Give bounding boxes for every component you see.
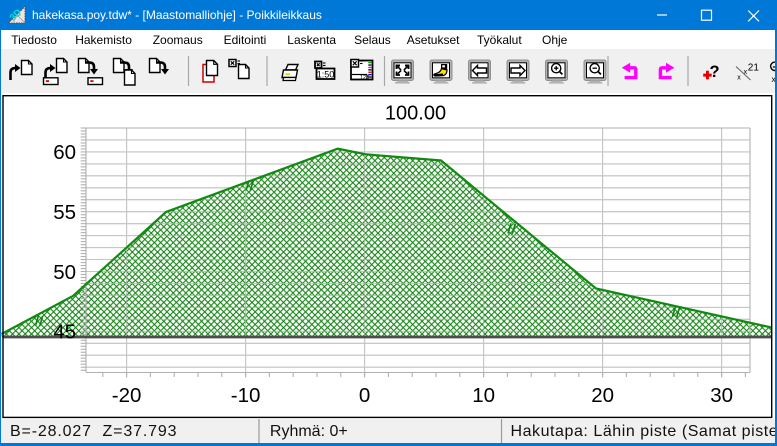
- svg-text:x: x: [744, 69, 748, 76]
- svg-text:21: 21: [748, 62, 760, 73]
- svg-text:45: 45: [53, 321, 76, 344]
- svg-text:0: 0: [359, 384, 370, 407]
- svg-text:100.00: 100.00: [385, 103, 446, 125]
- svg-text:1:50: 1:50: [317, 70, 335, 80]
- svg-text:20: 20: [591, 384, 614, 407]
- svg-text:10: 10: [472, 384, 495, 407]
- svg-text:55: 55: [53, 201, 76, 224]
- svg-text:x: x: [737, 74, 741, 81]
- svg-text:x: x: [772, 74, 777, 84]
- svg-text:60: 60: [53, 141, 76, 164]
- svg-text:-20: -20: [112, 384, 142, 407]
- svg-text:?: ?: [710, 63, 720, 81]
- svg-text:123: 123: [360, 75, 369, 81]
- svg-text:-10: -10: [231, 384, 261, 407]
- svg-text:50: 50: [53, 261, 76, 284]
- svg-text:30: 30: [710, 384, 733, 407]
